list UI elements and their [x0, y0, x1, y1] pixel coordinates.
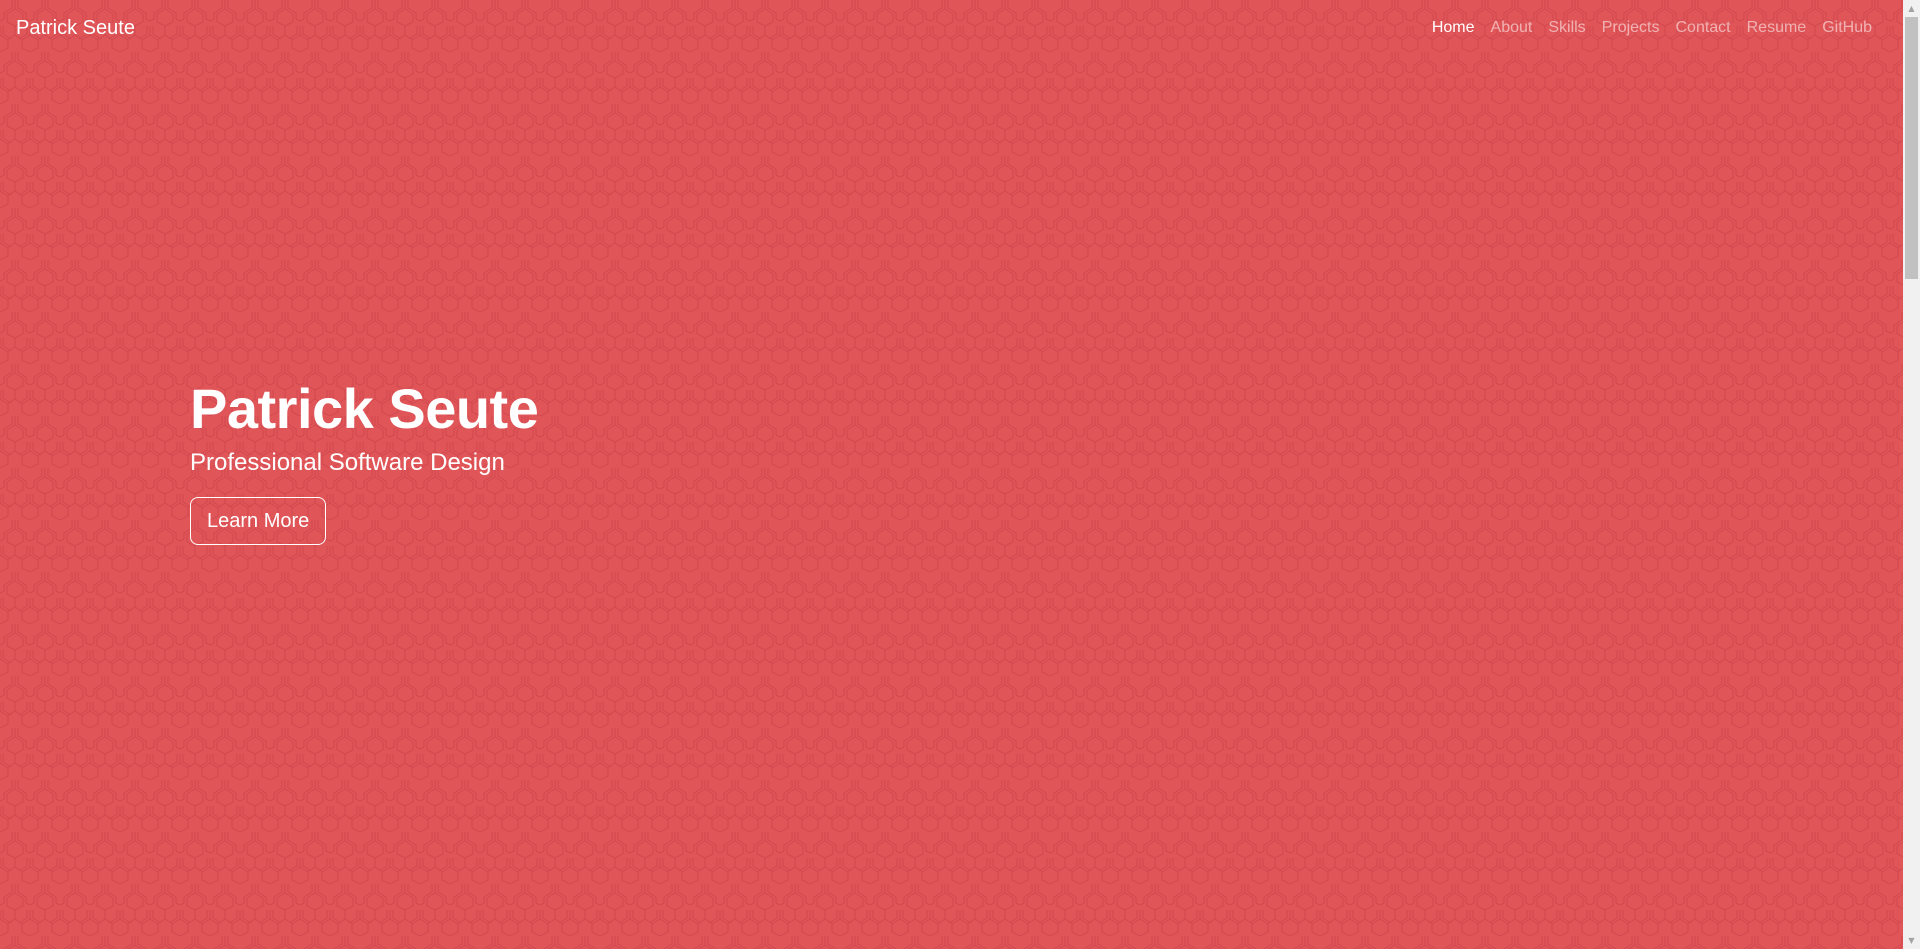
triangle-down-icon[interactable]: ▼ [1903, 932, 1920, 949]
vertical-scrollbar[interactable]: ▲ ▼ [1903, 0, 1920, 949]
hero-section: Patrick Seute Home About Skills Projects… [0, 0, 1903, 949]
hero-subtitle: Professional Software Design [190, 448, 505, 476]
nav-link-github[interactable]: GitHub [1814, 11, 1880, 45]
hero-title: Patrick Seute [190, 377, 539, 440]
nav-link-about[interactable]: About [1483, 11, 1541, 45]
nav-links: Home About Skills Projects Contact Resum… [1424, 11, 1880, 45]
browser-viewport: Patrick Seute Home About Skills Projects… [0, 0, 1920, 949]
nav-link-skills[interactable]: Skills [1540, 11, 1593, 45]
brand-link[interactable]: Patrick Seute [16, 17, 135, 40]
hero-content: Patrick Seute Professional Software Desi… [190, 377, 539, 545]
top-navbar: Patrick Seute Home About Skills Projects… [0, 0, 1903, 56]
nav-link-contact[interactable]: Contact [1667, 11, 1738, 45]
nav-link-resume[interactable]: Resume [1739, 11, 1815, 45]
nav-link-projects[interactable]: Projects [1594, 11, 1668, 45]
scrollbar-thumb[interactable] [1905, 17, 1918, 279]
nav-link-home[interactable]: Home [1424, 11, 1483, 45]
learn-more-button[interactable]: Learn More [190, 496, 327, 545]
triangle-up-icon[interactable]: ▲ [1903, 0, 1920, 17]
